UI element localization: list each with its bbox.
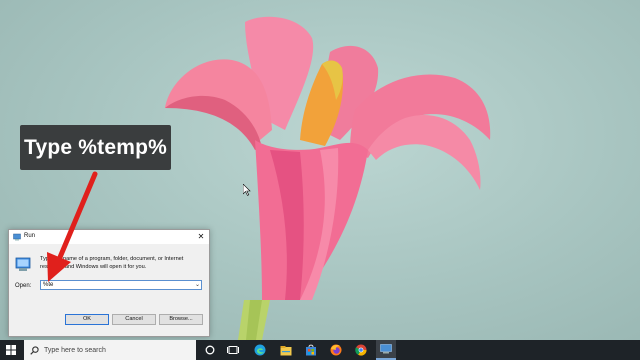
- store-icon: [306, 344, 316, 356]
- cortana-circle-icon: [205, 345, 215, 355]
- open-label: Open:: [15, 283, 32, 289]
- run-app-icon: [15, 257, 31, 271]
- firefox-icon: [330, 344, 342, 356]
- search-placeholder: Type here to search: [44, 346, 106, 354]
- taskbar-search-box[interactable]: Type here to search: [24, 340, 196, 360]
- close-icon[interactable]: ✕: [196, 231, 206, 242]
- chevron-down-icon[interactable]: ⌄: [195, 281, 200, 289]
- taskbar-run-active[interactable]: [376, 340, 396, 360]
- run-dialog-title: Run: [24, 233, 36, 239]
- taskbar-file-explorer[interactable]: [276, 340, 296, 360]
- taskbar-store[interactable]: [301, 340, 321, 360]
- edge-icon: [254, 344, 266, 356]
- taskbar: Type here to search: [0, 340, 640, 360]
- run-dialog-body: Type the name of a program, folder, docu…: [9, 244, 209, 336]
- ok-button[interactable]: OK: [65, 314, 109, 325]
- start-button[interactable]: [0, 340, 22, 360]
- taskbar-chrome[interactable]: [351, 340, 371, 360]
- task-view-icon: [227, 346, 239, 354]
- open-input-field[interactable]: %te ⌄: [40, 280, 202, 290]
- cancel-button[interactable]: Cancel: [112, 314, 156, 325]
- taskbar-firefox[interactable]: [326, 340, 346, 360]
- chrome-icon: [355, 344, 367, 356]
- browse-button[interactable]: Browse...: [159, 314, 203, 325]
- run-dialog-footer: OK Cancel Browse...: [9, 309, 209, 336]
- taskbar-edge[interactable]: [250, 340, 270, 360]
- task-view-button[interactable]: [226, 340, 240, 360]
- run-dialog-description: Type the name of a program, folder, docu…: [40, 256, 184, 270]
- windows-start-icon: [6, 345, 16, 355]
- cortana-button[interactable]: [200, 340, 220, 360]
- open-input-value: %te: [43, 282, 54, 288]
- instruction-callout: Type %temp%: [20, 125, 171, 170]
- run-dialog: Run ✕ Type the name of a program, folder…: [8, 229, 210, 337]
- file-explorer-icon: [280, 345, 292, 355]
- mouse-cursor-icon: [243, 184, 251, 196]
- run-titlebar[interactable]: Run ✕: [9, 230, 209, 244]
- search-icon: [30, 345, 39, 355]
- run-icon: [380, 344, 392, 354]
- run-app-small-icon: [13, 233, 21, 241]
